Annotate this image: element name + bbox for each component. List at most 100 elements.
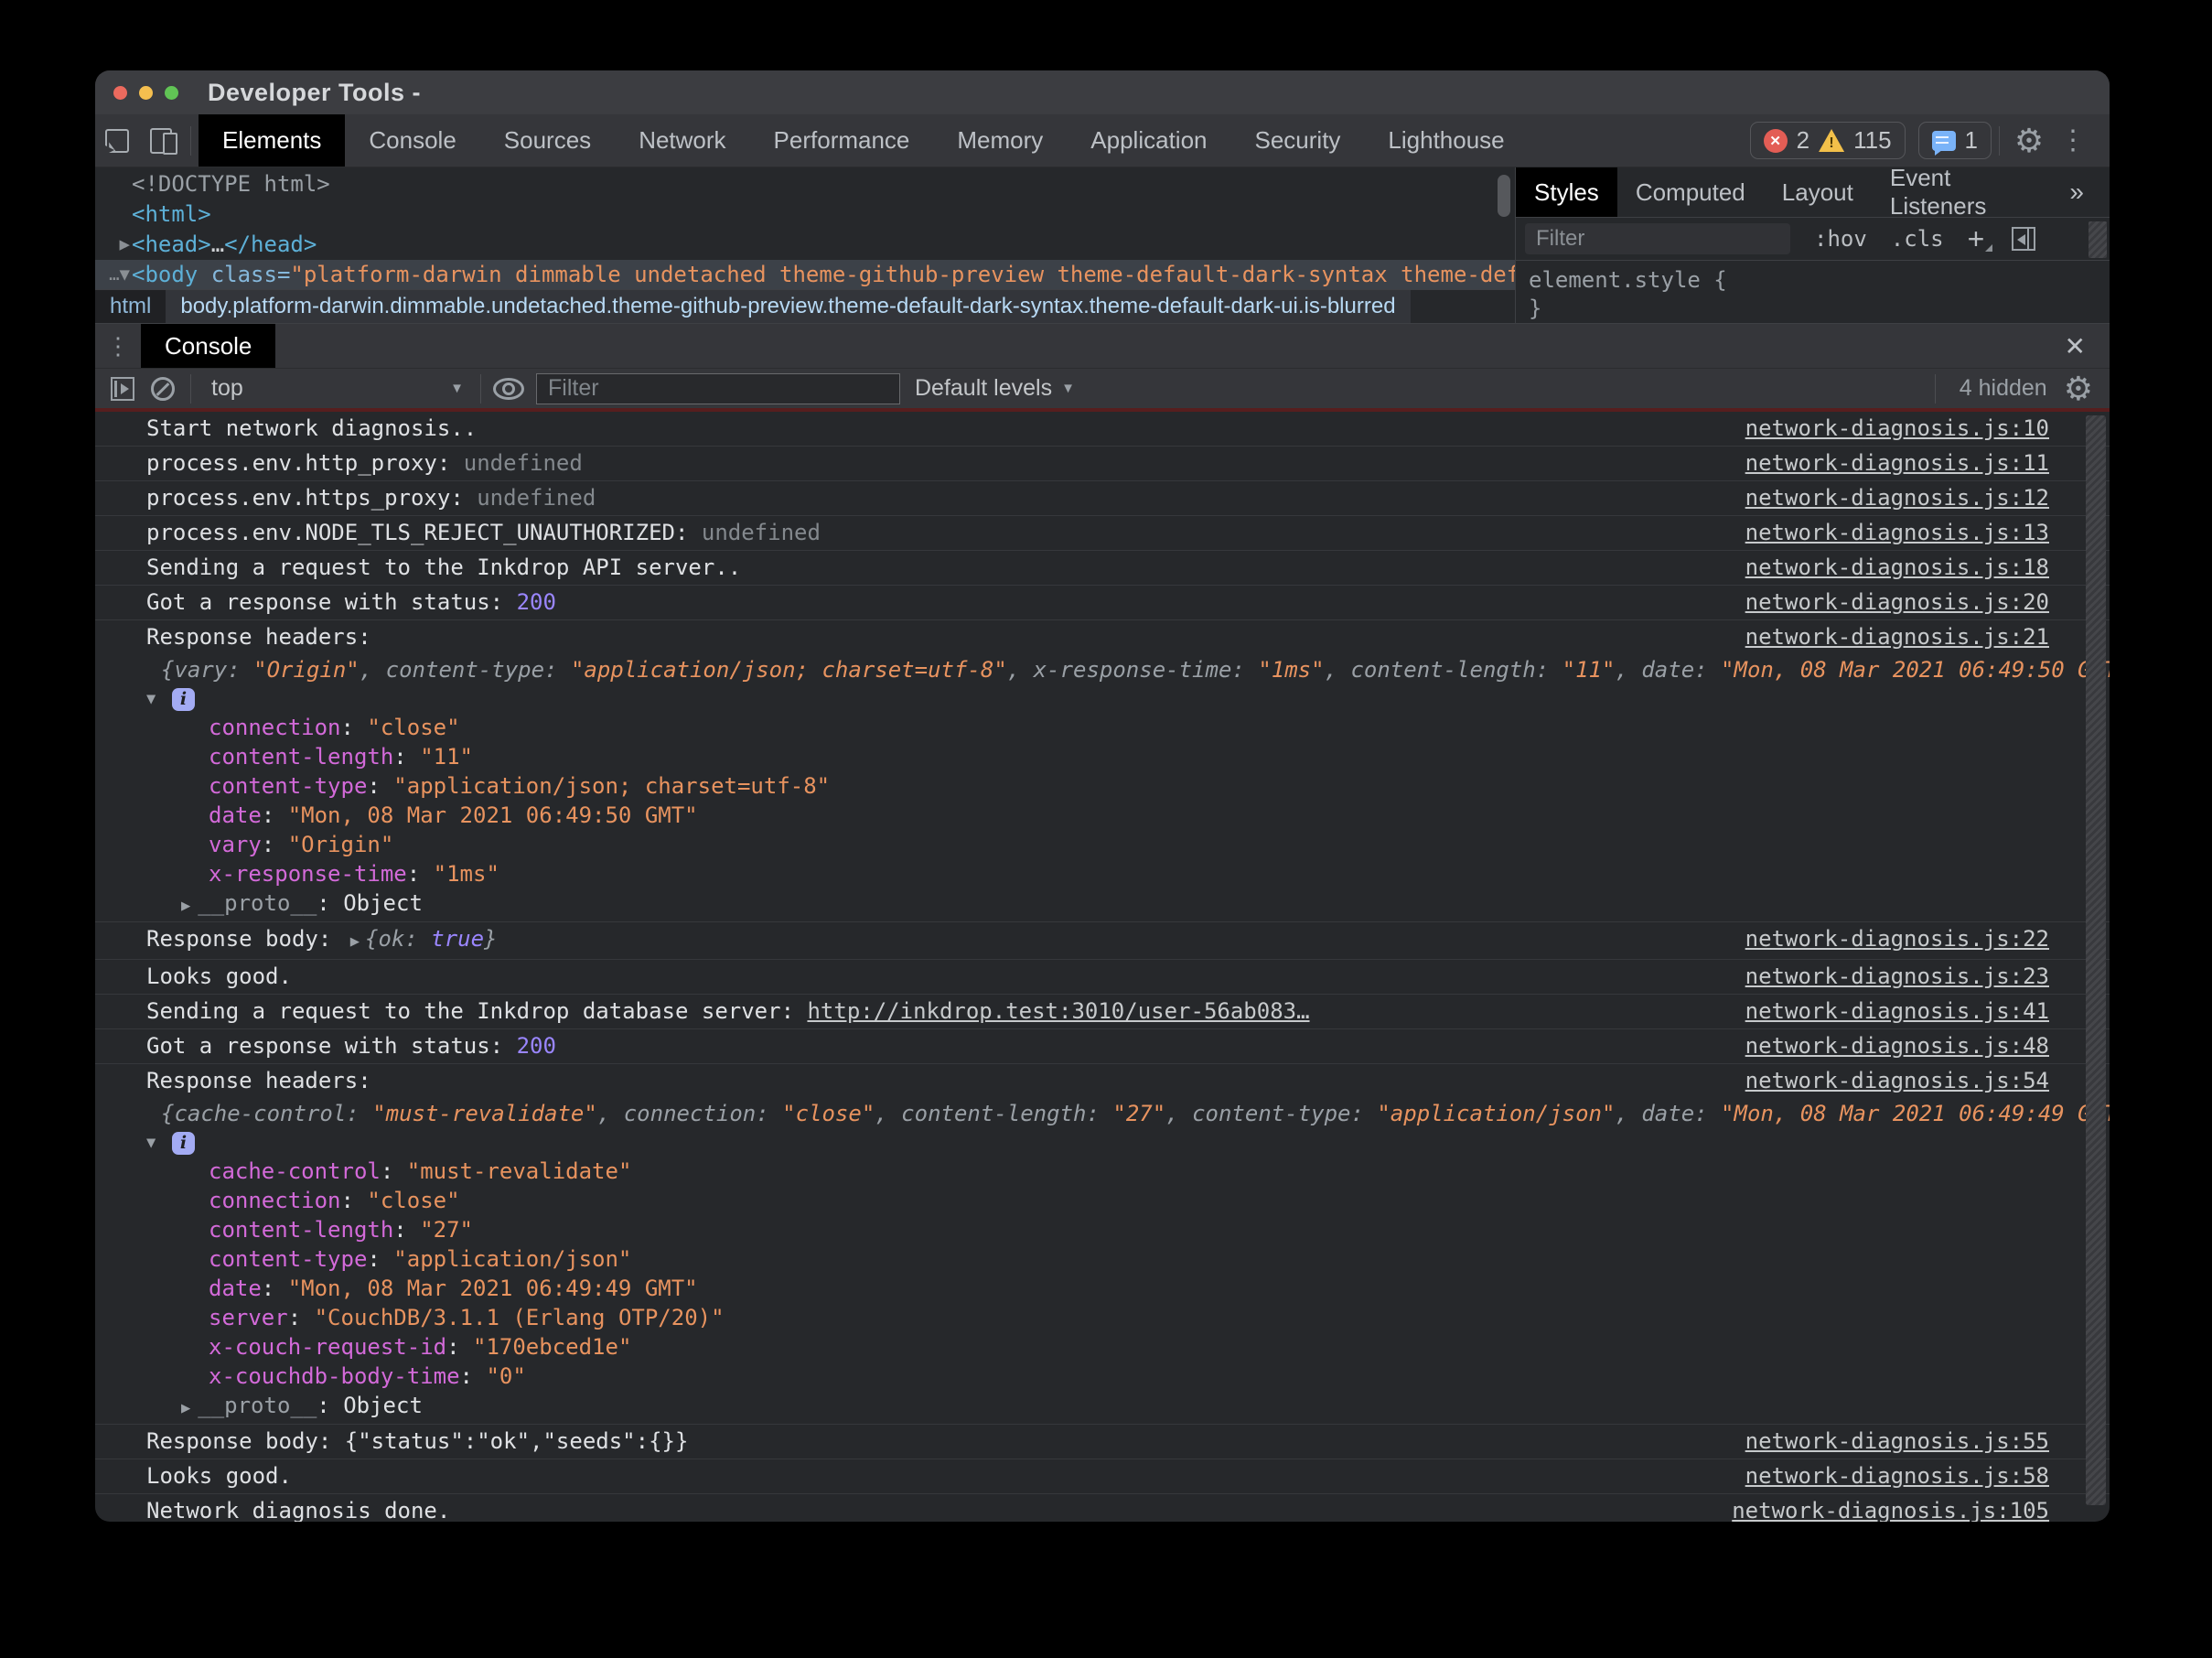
tab-elements[interactable]: Elements xyxy=(199,114,345,167)
expand-triangle-icon[interactable]: ▶ xyxy=(345,932,365,951)
source-link[interactable]: network-diagnosis.js:11 xyxy=(1745,450,2110,477)
console-message: Sending a request to the Inkdrop databas… xyxy=(95,995,2110,1029)
source-link[interactable]: network-diagnosis.js:58 xyxy=(1745,1463,2110,1490)
property-name: connection xyxy=(209,715,341,740)
dom-tree-node[interactable]: <!DOCTYPE html> xyxy=(95,169,1515,199)
error-icon: ✕ xyxy=(1764,129,1788,153)
tree-expander-icon[interactable]: ▶ xyxy=(99,230,130,260)
more-options-icon[interactable]: ⋮ xyxy=(2051,119,2095,163)
object-property-row: connection: "close" xyxy=(95,713,2110,742)
styles-filter-input[interactable] xyxy=(1525,223,1790,254)
breadcrumb-item[interactable]: body.platform-darwin.dimmable.undetached… xyxy=(166,290,1410,323)
console-message-row: Network diagnosis done.network-diagnosis… xyxy=(95,1494,2110,1522)
tab-console[interactable]: Console xyxy=(345,114,479,167)
breadcrumb-item[interactable]: html xyxy=(95,290,166,323)
console-settings-icon[interactable]: ⚙ xyxy=(2064,367,2093,411)
more-tabs-icon[interactable]: » xyxy=(2069,167,2110,217)
tab-console-drawer[interactable]: Console xyxy=(141,324,275,368)
source-link[interactable]: network-diagnosis.js:21 xyxy=(1745,624,2110,651)
source-link[interactable]: network-diagnosis.js:18 xyxy=(1745,554,2110,581)
console-filter-input[interactable] xyxy=(536,373,900,404)
property-value: "170ebced1e" xyxy=(473,1334,631,1360)
request-url-link[interactable]: http://inkdrop.test:3010/user-56ab083… xyxy=(807,998,1309,1024)
rule-open[interactable]: element.style { xyxy=(1529,266,2110,295)
minimize-window-button[interactable] xyxy=(139,86,153,100)
styles-sidebar: StylesComputedLayoutEvent Listeners» :ho… xyxy=(1515,167,2110,323)
object-property-row: content-type: "application/json; charset… xyxy=(95,771,2110,801)
new-style-rule-icon[interactable]: + xyxy=(1968,230,1985,248)
collapse-triangle-icon[interactable]: ▼ xyxy=(146,1134,172,1152)
source-link[interactable]: network-diagnosis.js:13 xyxy=(1745,520,2110,546)
device-toolbar-icon[interactable] xyxy=(139,119,183,163)
expand-triangle-icon[interactable]: ▶ xyxy=(181,897,198,915)
toggle-sidebar-icon[interactable] xyxy=(2012,227,2035,251)
tab-lighthouse[interactable]: Lighthouse xyxy=(1364,114,1528,167)
inspect-element-icon[interactable] xyxy=(95,119,139,163)
expand-triangle-icon[interactable]: ▶ xyxy=(181,1399,198,1417)
context-value: top xyxy=(211,375,243,402)
property-name: x-couchdb-body-time xyxy=(209,1363,460,1389)
property-value: "application/json" xyxy=(393,1246,631,1272)
messages-badge[interactable]: 1 xyxy=(1918,122,1992,159)
rule-close: } xyxy=(1529,295,2110,323)
zoom-window-button[interactable] xyxy=(165,86,178,100)
source-link[interactable]: network-diagnosis.js:20 xyxy=(1745,589,2110,616)
source-link[interactable]: network-diagnosis.js:105 xyxy=(1732,1498,2110,1522)
tab-sources[interactable]: Sources xyxy=(480,114,615,167)
proto-value: Object xyxy=(343,1393,423,1418)
tab-performance[interactable]: Performance xyxy=(750,114,934,167)
dom-tree-node[interactable]: ▶<head>…</head> xyxy=(95,230,1515,260)
styles-tab-event-listeners[interactable]: Event Listeners xyxy=(1872,167,2070,217)
pseudo-state-toggle[interactable]: :hov xyxy=(1814,226,1867,252)
drawer-menu-icon[interactable]: ⋮ xyxy=(95,324,141,368)
console-sidebar-icon[interactable] xyxy=(102,371,143,407)
class-toggle[interactable]: .cls xyxy=(1891,226,1944,252)
tab-memory[interactable]: Memory xyxy=(933,114,1067,167)
tab-network[interactable]: Network xyxy=(615,114,749,167)
property-name: date xyxy=(209,1276,262,1301)
tree-expander-icon[interactable]: …▼ xyxy=(99,260,130,289)
property-value: "Mon, 08 Mar 2021 06:49:49 GMT" xyxy=(288,1276,698,1301)
settings-gear-icon[interactable]: ⚙ xyxy=(2007,119,2051,163)
window-titlebar[interactable]: Developer Tools - xyxy=(95,70,2110,114)
issues-badge[interactable]: ✕ 2 ! 115 xyxy=(1750,122,1906,159)
source-link[interactable]: network-diagnosis.js:10 xyxy=(1745,415,2110,442)
close-drawer-icon[interactable]: ✕ xyxy=(2041,324,2110,368)
log-levels-selector[interactable]: Default levels ▼ xyxy=(915,375,1075,402)
property-value: "11" xyxy=(420,744,473,770)
property-value: "close" xyxy=(367,715,459,740)
execution-context-selector[interactable]: top ▼ xyxy=(199,375,473,402)
source-link[interactable]: network-diagnosis.js:12 xyxy=(1745,485,2110,511)
source-link[interactable]: network-diagnosis.js:23 xyxy=(1745,964,2110,990)
source-link[interactable]: network-diagnosis.js:48 xyxy=(1745,1033,2110,1060)
styles-scrollbar[interactable] xyxy=(2089,221,2107,258)
styles-tab-layout[interactable]: Layout xyxy=(1764,167,1872,217)
dom-tree-node[interactable]: …▼<body class="platform-darwin dimmable … xyxy=(95,260,1515,289)
source-link[interactable]: network-diagnosis.js:41 xyxy=(1745,998,2110,1025)
element-style-rule: element.style { } xyxy=(1516,261,2110,323)
console-message-row: Looks good.network-diagnosis.js:23 xyxy=(95,960,2110,994)
property-value: "1ms" xyxy=(434,861,499,887)
property-name: content-length xyxy=(209,744,393,770)
property-name: content-type xyxy=(209,1246,367,1272)
styles-tab-styles[interactable]: Styles xyxy=(1516,167,1617,217)
console-message-text: process.env.NODE_TLS_REJECT_UNAUTHORIZED… xyxy=(95,520,821,546)
toolbar-divider xyxy=(1935,374,1936,404)
elements-scrollbar[interactable] xyxy=(1498,175,1510,217)
console-scrollbar[interactable] xyxy=(2086,415,2106,1505)
dom-tree-node[interactable]: <html> xyxy=(95,199,1515,230)
tab-application[interactable]: Application xyxy=(1067,114,1230,167)
live-expression-eye-icon[interactable] xyxy=(489,371,529,407)
source-link[interactable]: network-diagnosis.js:54 xyxy=(1745,1068,2110,1094)
styles-tab-computed[interactable]: Computed xyxy=(1617,167,1764,217)
clear-console-icon[interactable] xyxy=(143,371,183,407)
source-link[interactable]: network-diagnosis.js:22 xyxy=(1745,926,2110,953)
tab-security[interactable]: Security xyxy=(1231,114,1365,167)
console-message-text: Response headers: xyxy=(95,624,371,651)
console-message: process.env.https_proxy: undefinednetwor… xyxy=(95,481,2110,516)
property-value: "Mon, 08 Mar 2021 06:49:50 GMT" xyxy=(288,802,698,828)
collapse-triangle-icon[interactable]: ▼ xyxy=(146,690,172,708)
source-link[interactable]: network-diagnosis.js:55 xyxy=(1745,1428,2110,1455)
close-window-button[interactable] xyxy=(113,86,127,100)
breadcrumb: htmlbody.platform-darwin.dimmable.undeta… xyxy=(95,289,1515,323)
